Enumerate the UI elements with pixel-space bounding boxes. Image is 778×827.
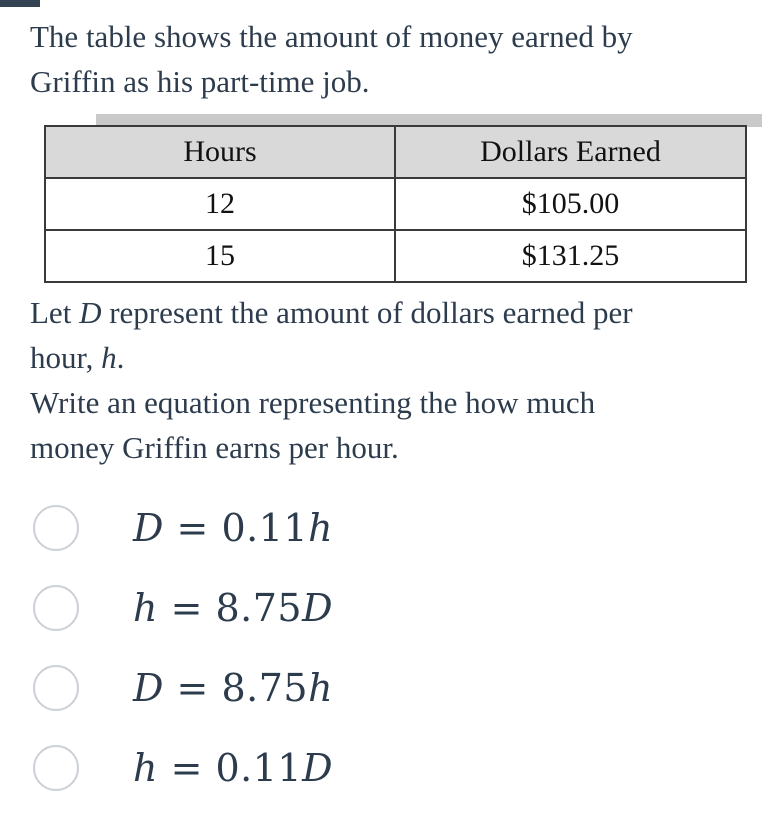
- radio-button-icon[interactable]: [33, 745, 79, 791]
- question-intro: The table shows the amount of money earn…: [0, 0, 778, 104]
- table-header-row: Hours Dollars Earned: [44, 125, 747, 179]
- prompt-line-2: money Griffin earns per hour.: [30, 430, 399, 465]
- option-c-coefficient: 8.75: [221, 666, 309, 710]
- option-b-lhs: h: [133, 586, 158, 630]
- earnings-table-block: Hours Dollars Earned 12 $105.00 15 $131.…: [0, 114, 778, 290]
- answer-option-d-label: h = 0.11D: [133, 749, 333, 787]
- table-cell-dollars: $131.25: [394, 229, 747, 283]
- answer-option-c[interactable]: D = 8.75h: [0, 648, 778, 728]
- radio-button-icon[interactable]: [33, 505, 79, 551]
- definition-line-2: hour, h.: [30, 335, 760, 380]
- table-cell-dollars: $105.00: [394, 177, 747, 231]
- table-cell-hours: 12: [44, 177, 396, 231]
- hour-prefix: hour,: [30, 340, 102, 375]
- variable-d: D: [79, 295, 102, 330]
- definition-line-1: Let D represent the amount of dollars ea…: [30, 290, 760, 335]
- let-prefix: Let: [30, 295, 80, 330]
- answer-option-c-label: D = 8.75h: [133, 669, 333, 707]
- radio-button-icon[interactable]: [33, 585, 79, 631]
- hour-suffix: .: [116, 340, 125, 375]
- option-c-relation: =: [163, 666, 222, 710]
- option-c-lhs: D: [133, 666, 164, 710]
- option-b-coefficient: 8.75: [215, 586, 303, 630]
- question-content: The table shows the amount of money earn…: [0, 0, 778, 808]
- option-b-relation: =: [157, 586, 216, 630]
- option-d-rhs: D: [302, 746, 334, 790]
- option-a-coefficient: 0.11: [221, 506, 309, 550]
- option-b-rhs: D: [302, 586, 334, 630]
- intro-line-1: The table shows the amount of money earn…: [30, 19, 633, 54]
- intro-line-2: Griffin as his part-time job.: [30, 64, 370, 99]
- question-prompt: Write an equation representing the how m…: [0, 380, 778, 470]
- table-row: 12 $105.00: [44, 177, 747, 231]
- option-a-lhs: D: [133, 506, 164, 550]
- prompt-line-1: Write an equation representing the how m…: [30, 385, 596, 420]
- option-a-relation: =: [163, 506, 222, 550]
- option-a-rhs: h: [308, 506, 334, 550]
- radio-button-icon[interactable]: [33, 665, 79, 711]
- option-c-rhs: h: [308, 666, 334, 710]
- answer-choices: D = 0.11h h = 8.75D D = 8.75h h = 0.11D: [0, 488, 778, 808]
- let-middle: represent the amount of dollars earned p…: [101, 295, 633, 330]
- table-cell-hours: 15: [44, 229, 396, 283]
- variable-definition: Let D represent the amount of dollars ea…: [0, 290, 778, 380]
- table-header-hours: Hours: [44, 125, 396, 179]
- answer-option-b[interactable]: h = 8.75D: [0, 568, 778, 648]
- option-d-lhs: h: [133, 746, 158, 790]
- answer-option-d[interactable]: h = 0.11D: [0, 728, 778, 808]
- option-d-coefficient: 0.11: [215, 746, 303, 790]
- variable-h: h: [101, 340, 117, 375]
- answer-option-a-label: D = 0.11h: [133, 509, 333, 547]
- table-row: 15 $131.25: [44, 229, 747, 283]
- option-d-relation: =: [157, 746, 216, 790]
- earnings-table: Hours Dollars Earned 12 $105.00 15 $131.…: [44, 125, 747, 283]
- answer-option-a[interactable]: D = 0.11h: [0, 488, 778, 568]
- answer-option-b-label: h = 8.75D: [133, 589, 333, 627]
- table-header-dollars-earned: Dollars Earned: [394, 125, 747, 179]
